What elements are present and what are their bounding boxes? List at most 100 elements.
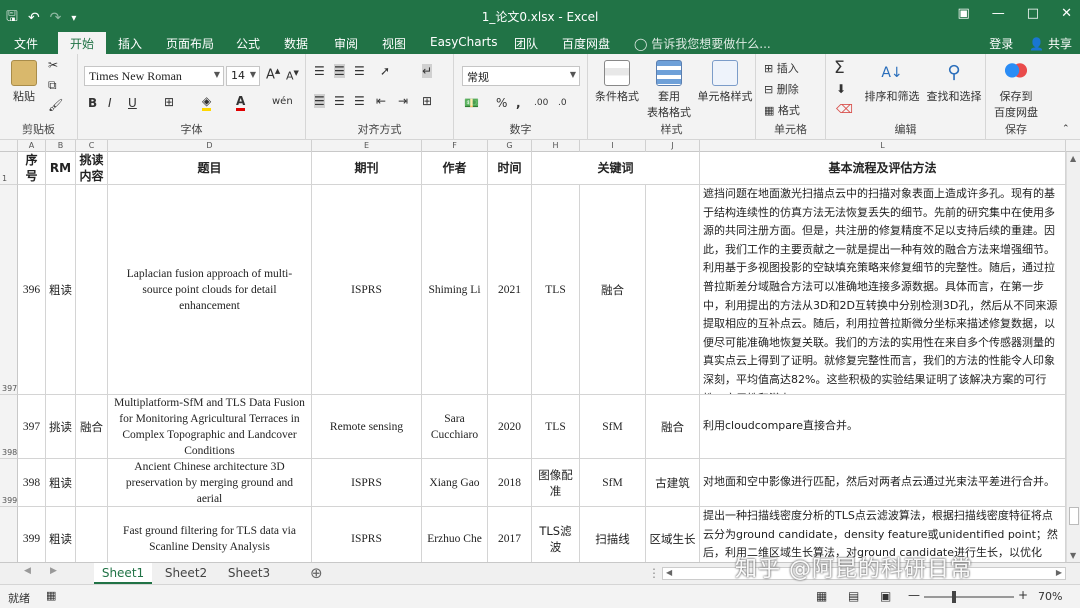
tab-page-layout[interactable]: 页面布局 [166, 35, 214, 52]
add-sheet-icon[interactable]: ⊕ [310, 564, 323, 582]
zoom-slider[interactable] [924, 591, 1014, 603]
wrap-text-icon[interactable]: ↵ [422, 64, 433, 78]
tab-formulas[interactable]: 公式 [236, 35, 260, 52]
borders-icon[interactable]: ⊞ [164, 95, 174, 109]
percent-button[interactable]: % [496, 96, 507, 110]
increase-indent-icon[interactable]: ⇥ [398, 94, 408, 108]
cell-title[interactable]: Ancient Chinese architecture 3D preserva… [108, 459, 312, 507]
cell-journal[interactable]: Remote sensing [312, 395, 422, 459]
orientation-icon[interactable]: ➚ [380, 64, 390, 78]
cell-kw1[interactable]: 图像配准 [532, 459, 580, 507]
sheet-tab-sheet1[interactable]: Sheet1 [94, 563, 152, 584]
align-center-icon[interactable]: ☰ [334, 94, 345, 108]
sort-filter-button[interactable]: A↓ 排序和筛选 [862, 60, 922, 104]
header-cell-year[interactable]: 时间 [488, 152, 532, 185]
comma-button[interactable]: , [516, 96, 521, 110]
find-select-button[interactable]: ⚲ 查找和选择 [924, 60, 984, 104]
autosum-button[interactable]: Σ [834, 58, 845, 78]
tab-insert[interactable]: 插入 [118, 35, 142, 52]
cell-kw3[interactable]: 区域生长 [646, 507, 700, 562]
zoom-slider-thumb[interactable] [952, 591, 956, 603]
increase-decimal-icon[interactable]: .00 [534, 98, 548, 108]
fill-icon[interactable]: ⬇ [836, 82, 846, 96]
cell-journal[interactable]: ISPRS [312, 459, 422, 507]
column-header-i[interactable]: I [580, 140, 646, 152]
cell-rm[interactable]: 挑读 [46, 395, 76, 459]
column-header-f[interactable]: F [422, 140, 488, 152]
grow-font-icon[interactable]: A▲ [266, 67, 280, 82]
next-sheet-icon[interactable]: ▶ [50, 566, 57, 576]
cell-year[interactable]: 2017 [488, 507, 532, 562]
ribbon-display-icon[interactable]: ▣ [958, 6, 970, 21]
cell-kw2[interactable]: 扫描线 [580, 507, 646, 562]
cell-kw3[interactable]: 融合 [646, 395, 700, 459]
phonetic-guide-button[interactable]: wén [272, 96, 293, 107]
align-bottom-icon[interactable]: ☰ [354, 64, 365, 78]
cut-icon[interactable]: ✂ [48, 58, 58, 72]
conditional-format-button[interactable]: 条件格式 [592, 60, 642, 104]
tab-view[interactable]: 视图 [382, 35, 406, 52]
cell-year[interactable]: 2020 [488, 395, 532, 459]
cell-rm[interactable]: 粗读 [46, 507, 76, 562]
font-name-combo[interactable]: Times New Roman ▼ [84, 66, 224, 86]
header-cell-pick[interactable]: 挑读内容 [76, 152, 108, 185]
maximize-icon[interactable]: □ [1027, 6, 1039, 21]
bold-button[interactable]: B [88, 96, 97, 110]
cell-author[interactable]: Shiming Li [422, 185, 488, 395]
prev-sheet-icon[interactable]: ◀ [24, 566, 31, 576]
cell-no[interactable]: 397 [18, 395, 46, 459]
cell-method[interactable]: 利用cloudcompare直接合并。 [700, 395, 1066, 459]
login-link[interactable]: 登录 [989, 35, 1013, 52]
cell-kw2[interactable]: SfM [580, 395, 646, 459]
shrink-font-icon[interactable]: A▼ [286, 69, 299, 83]
cell-author[interactable]: Sara Cucchiaro [422, 395, 488, 459]
cell-journal[interactable]: ISPRS [312, 185, 422, 395]
cell-pick[interactable] [76, 185, 108, 395]
close-icon[interactable]: ✕ [1061, 6, 1072, 21]
header-cell-title[interactable]: 题目 [108, 152, 312, 185]
cell-year[interactable]: 2018 [488, 459, 532, 507]
align-left-icon[interactable]: ☰ [314, 94, 325, 108]
tab-split-handle[interactable]: ⋮ [648, 566, 660, 580]
cell-kw1[interactable]: TLS [532, 395, 580, 459]
align-top-icon[interactable]: ☰ [314, 64, 325, 78]
fill-color-icon[interactable]: ◈ [202, 94, 212, 111]
share-button[interactable]: 👤 共享 [1029, 35, 1072, 52]
tab-file[interactable]: 文件 [14, 35, 38, 52]
scroll-down-icon[interactable]: ▼ [1070, 551, 1076, 560]
cell-no[interactable]: 396 [18, 185, 46, 395]
delete-cells-button[interactable]: ⊟ 删除 [764, 81, 799, 97]
column-header-c[interactable]: C [76, 140, 108, 152]
cell-journal[interactable]: ISPRS [312, 507, 422, 562]
scroll-left-icon[interactable]: ◀ [666, 568, 672, 577]
cell-kw1[interactable]: TLS滤波 [532, 507, 580, 562]
cell-method[interactable]: 遮挡问题在地面激光扫描点云中的扫描对象表面上造成许多孔。现有的基于结构连续性的仿… [700, 185, 1066, 395]
cell-author[interactable]: Erzhuo Che [422, 507, 488, 562]
tab-data[interactable]: 数据 [284, 35, 308, 52]
scroll-up-icon[interactable]: ▲ [1070, 154, 1076, 163]
decrease-decimal-icon[interactable]: .0 [558, 98, 567, 108]
cell-method[interactable]: 对地面和空中影像进行匹配，然后对两者点云通过光束法平差进行合并。 [700, 459, 1066, 507]
cell-kw1[interactable]: TLS [532, 185, 580, 395]
column-header-l[interactable]: L [700, 140, 1066, 152]
row-header[interactable]: 399 [0, 459, 18, 507]
tab-baidu-netdisk[interactable]: 百度网盘 [562, 35, 610, 52]
align-middle-icon[interactable]: ☰ [334, 64, 345, 78]
cell-no[interactable]: 399 [18, 507, 46, 562]
column-header-b[interactable]: B [46, 140, 76, 152]
cell-no[interactable]: 398 [18, 459, 46, 507]
header-cell-author[interactable]: 作者 [422, 152, 488, 185]
underline-button[interactable]: U [128, 96, 137, 110]
save-to-baidu-button[interactable]: 保存到 百度网盘 [988, 60, 1044, 120]
format-cells-button[interactable]: ▦ 格式 [764, 102, 800, 118]
number-format-combo[interactable]: 常规 ▼ [462, 66, 580, 86]
tab-home[interactable]: 开始 [58, 32, 107, 54]
page-break-view-icon[interactable]: ▣ [880, 589, 891, 603]
decrease-indent-icon[interactable]: ⇤ [376, 94, 386, 108]
paste-button[interactable]: 粘贴 [8, 60, 40, 104]
row-header[interactable]: 398 [0, 395, 18, 459]
column-header-a[interactable]: A [18, 140, 46, 152]
header-cell-rm[interactable]: RM [46, 152, 76, 185]
scroll-right-icon[interactable]: ▶ [1056, 568, 1062, 577]
vertical-scrollbar[interactable]: ▲ ▼ [1066, 152, 1080, 562]
